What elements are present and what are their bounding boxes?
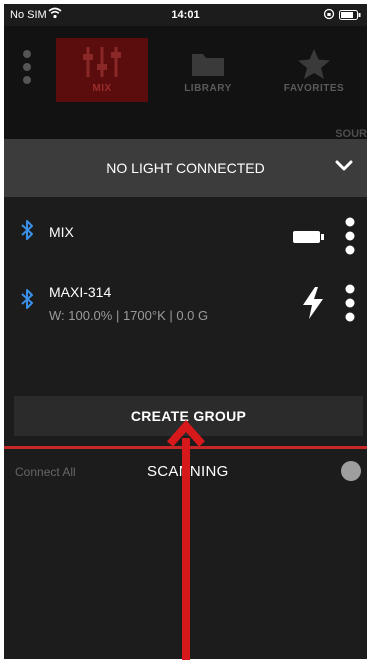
battery-icon [293, 230, 325, 249]
more-options-icon[interactable] [345, 284, 355, 327]
device-item-mix[interactable]: MIX [4, 212, 367, 255]
lightning-icon [301, 286, 325, 325]
bluetooth-icon [20, 288, 34, 315]
tab-library-label: LIBRARY [184, 83, 232, 94]
device-name: MAXI-314 [49, 284, 112, 300]
sliders-icon [83, 47, 121, 77]
clock: 14:01 [171, 9, 200, 21]
panel-title: NO LIGHT CONNECTED [106, 160, 265, 176]
scan-toggle[interactable] [341, 461, 361, 481]
tab-favorites-label: FAVORITES [283, 83, 345, 94]
menu-dots-icon [22, 50, 32, 89]
device-name: MIX [49, 224, 74, 240]
folder-icon [192, 54, 224, 76]
chevron-down-icon[interactable] [335, 159, 353, 178]
annotation-arrow-icon [167, 420, 205, 660]
bluetooth-icon [20, 219, 34, 246]
tab-favorites: FAVORITES [268, 38, 360, 102]
tab-mix-label: MIX [92, 83, 112, 94]
tab-library: LIBRARY [162, 38, 254, 102]
device-item-maxi-314[interactable]: MAXI-314 W: 100.0% | 1700°K | 0.0 G [4, 276, 367, 336]
more-options-icon[interactable] [345, 217, 355, 260]
device-battery-icon [339, 10, 361, 23]
device-details: W: 100.0% | 1700°K | 0.0 G [49, 308, 209, 323]
rotation-lock-icon [323, 8, 335, 23]
tab-mix: MIX [56, 38, 148, 102]
connect-all-button[interactable]: Connect All [15, 465, 76, 479]
star-icon [298, 49, 330, 79]
status-bar: No SIM 14:01 [4, 4, 367, 26]
background-app: MIX LIBRARY FAVORITES SOUR [4, 26, 367, 140]
light-connection-header[interactable]: NO LIGHT CONNECTED [4, 139, 367, 197]
